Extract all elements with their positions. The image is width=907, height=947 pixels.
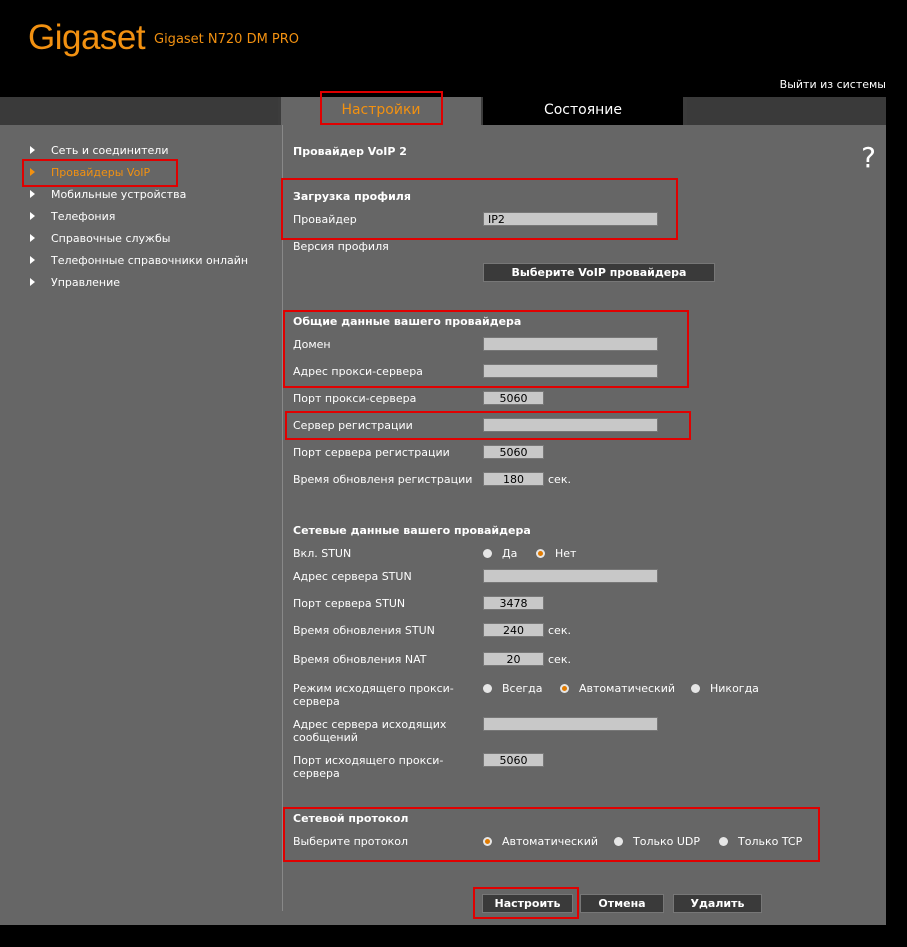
outbound-mode-label: Режим исходящего прокси-сервера <box>293 682 454 708</box>
provider-label: Провайдер <box>293 213 357 226</box>
tab-status[interactable]: Состояние <box>483 97 683 125</box>
general-section-header: Общие данные вашего провайдера <box>293 315 522 328</box>
apply-button[interactable]: Настроить <box>482 894 573 913</box>
proxy-server-label: Адрес прокси-сервера <box>293 365 423 378</box>
sidebar-item-telephony[interactable]: Телефония <box>30 210 115 223</box>
sidebar-item-network[interactable]: Сеть и соединители <box>30 144 168 157</box>
stun-refresh-field[interactable]: 240 <box>483 623 544 637</box>
tab-spacer-right <box>687 97 886 125</box>
radio-on-icon <box>536 549 545 558</box>
proxy-port-field[interactable]: 5060 <box>483 391 544 405</box>
arrow-right-icon <box>30 146 35 154</box>
stun-server-field[interactable] <box>483 569 658 583</box>
radio-off-icon <box>719 837 728 846</box>
radio-off-icon <box>483 684 492 693</box>
stun-refresh-label: Время обновления STUN <box>293 624 435 637</box>
stun-refresh-unit: сек. <box>548 624 571 637</box>
proxy-server-field[interactable] <box>483 364 658 378</box>
arrow-right-icon <box>30 234 35 242</box>
outbound-server-field[interactable] <box>483 717 658 731</box>
registrar-port-field[interactable]: 5060 <box>483 445 544 459</box>
registrar-port-label: Порт сервера регистрации <box>293 446 450 459</box>
protocol-section-header: Сетевой протокол <box>293 812 409 825</box>
registrar-field[interactable] <box>483 418 658 432</box>
radio-on-icon <box>483 837 492 846</box>
mode-always-radio[interactable]: Всегда <box>483 682 543 695</box>
panel-divider <box>282 125 283 911</box>
registrar-label: Сервер регистрации <box>293 419 413 432</box>
domain-field[interactable] <box>483 337 658 351</box>
radio-off-icon <box>691 684 700 693</box>
outbound-port-label: Порт исходящего прокси-сервера <box>293 754 444 780</box>
profile-section-header: Загрузка профиля <box>293 190 411 203</box>
domain-label: Домен <box>293 338 331 351</box>
gigaset-logo: Gigaset <box>28 18 146 57</box>
protocol-auto-radio[interactable]: Автоматический <box>483 835 598 848</box>
sidebar-item-mobile-devices[interactable]: Мобильные устройства <box>30 188 186 201</box>
stun-no-radio[interactable]: Нет <box>536 547 576 560</box>
provider-field[interactable]: IP2 <box>483 212 658 226</box>
arrow-right-icon <box>30 278 35 286</box>
stun-enable-label: Вкл. STUN <box>293 547 352 560</box>
outbound-port-field[interactable]: 5060 <box>483 753 544 767</box>
tab-settings[interactable]: Настройки <box>281 97 481 125</box>
select-voip-provider-button[interactable]: Выберите VoIP провайдера <box>483 263 715 282</box>
reg-refresh-field[interactable]: 180 <box>483 472 544 486</box>
protocol-tcp-radio[interactable]: Только TCP <box>719 835 802 848</box>
cancel-button[interactable]: Отмена <box>580 894 664 913</box>
outbound-server-label: Адрес сервера исходящих сообщений <box>293 718 447 744</box>
sidebar-item-online-directories[interactable]: Телефонные справочники онлайн <box>30 254 248 267</box>
arrow-right-icon <box>30 212 35 220</box>
nat-refresh-field[interactable]: 20 <box>483 652 544 666</box>
mode-never-radio[interactable]: Никогда <box>691 682 759 695</box>
protocol-select-label: Выберите протокол <box>293 835 409 848</box>
arrow-right-icon <box>30 168 35 176</box>
radio-on-icon <box>560 684 569 693</box>
profile-version-label: Версия профиля <box>293 240 389 253</box>
delete-button[interactable]: Удалить <box>673 894 762 913</box>
sidebar-item-info-services[interactable]: Справочные службы <box>30 232 170 245</box>
stun-port-label: Порт сервера STUN <box>293 597 406 610</box>
network-section-header: Сетевые данные вашего провайдера <box>293 524 531 537</box>
stun-server-label: Адрес сервера STUN <box>293 570 412 583</box>
help-icon[interactable]: ? <box>861 141 876 174</box>
proxy-port-label: Порт прокси-сервера <box>293 392 417 405</box>
stun-port-field[interactable]: 3478 <box>483 596 544 610</box>
reg-refresh-label: Время обновленя регистрации <box>293 473 473 486</box>
mode-auto-radio[interactable]: Автоматический <box>560 682 675 695</box>
logout-link[interactable]: Выйти из системы <box>780 78 886 91</box>
radio-off-icon <box>614 837 623 846</box>
reg-refresh-unit: сек. <box>548 473 571 486</box>
stun-yes-radio[interactable]: Да <box>483 547 517 560</box>
arrow-right-icon <box>30 256 35 264</box>
tab-spacer-left <box>0 97 278 125</box>
page-title: Провайдер VoIP 2 <box>293 145 407 158</box>
tab-bar: Настройки Состояние <box>0 97 886 125</box>
arrow-right-icon <box>30 190 35 198</box>
nat-refresh-unit: сек. <box>548 653 571 666</box>
nat-refresh-label: Время обновления NAT <box>293 653 427 666</box>
device-model: Gigaset N720 DM PRO <box>154 32 300 47</box>
sidebar-item-voip-providers[interactable]: Провайдеры VoIP <box>30 166 150 179</box>
sidebar-item-management[interactable]: Управление <box>30 276 120 289</box>
protocol-udp-radio[interactable]: Только UDP <box>614 835 700 848</box>
radio-off-icon <box>483 549 492 558</box>
